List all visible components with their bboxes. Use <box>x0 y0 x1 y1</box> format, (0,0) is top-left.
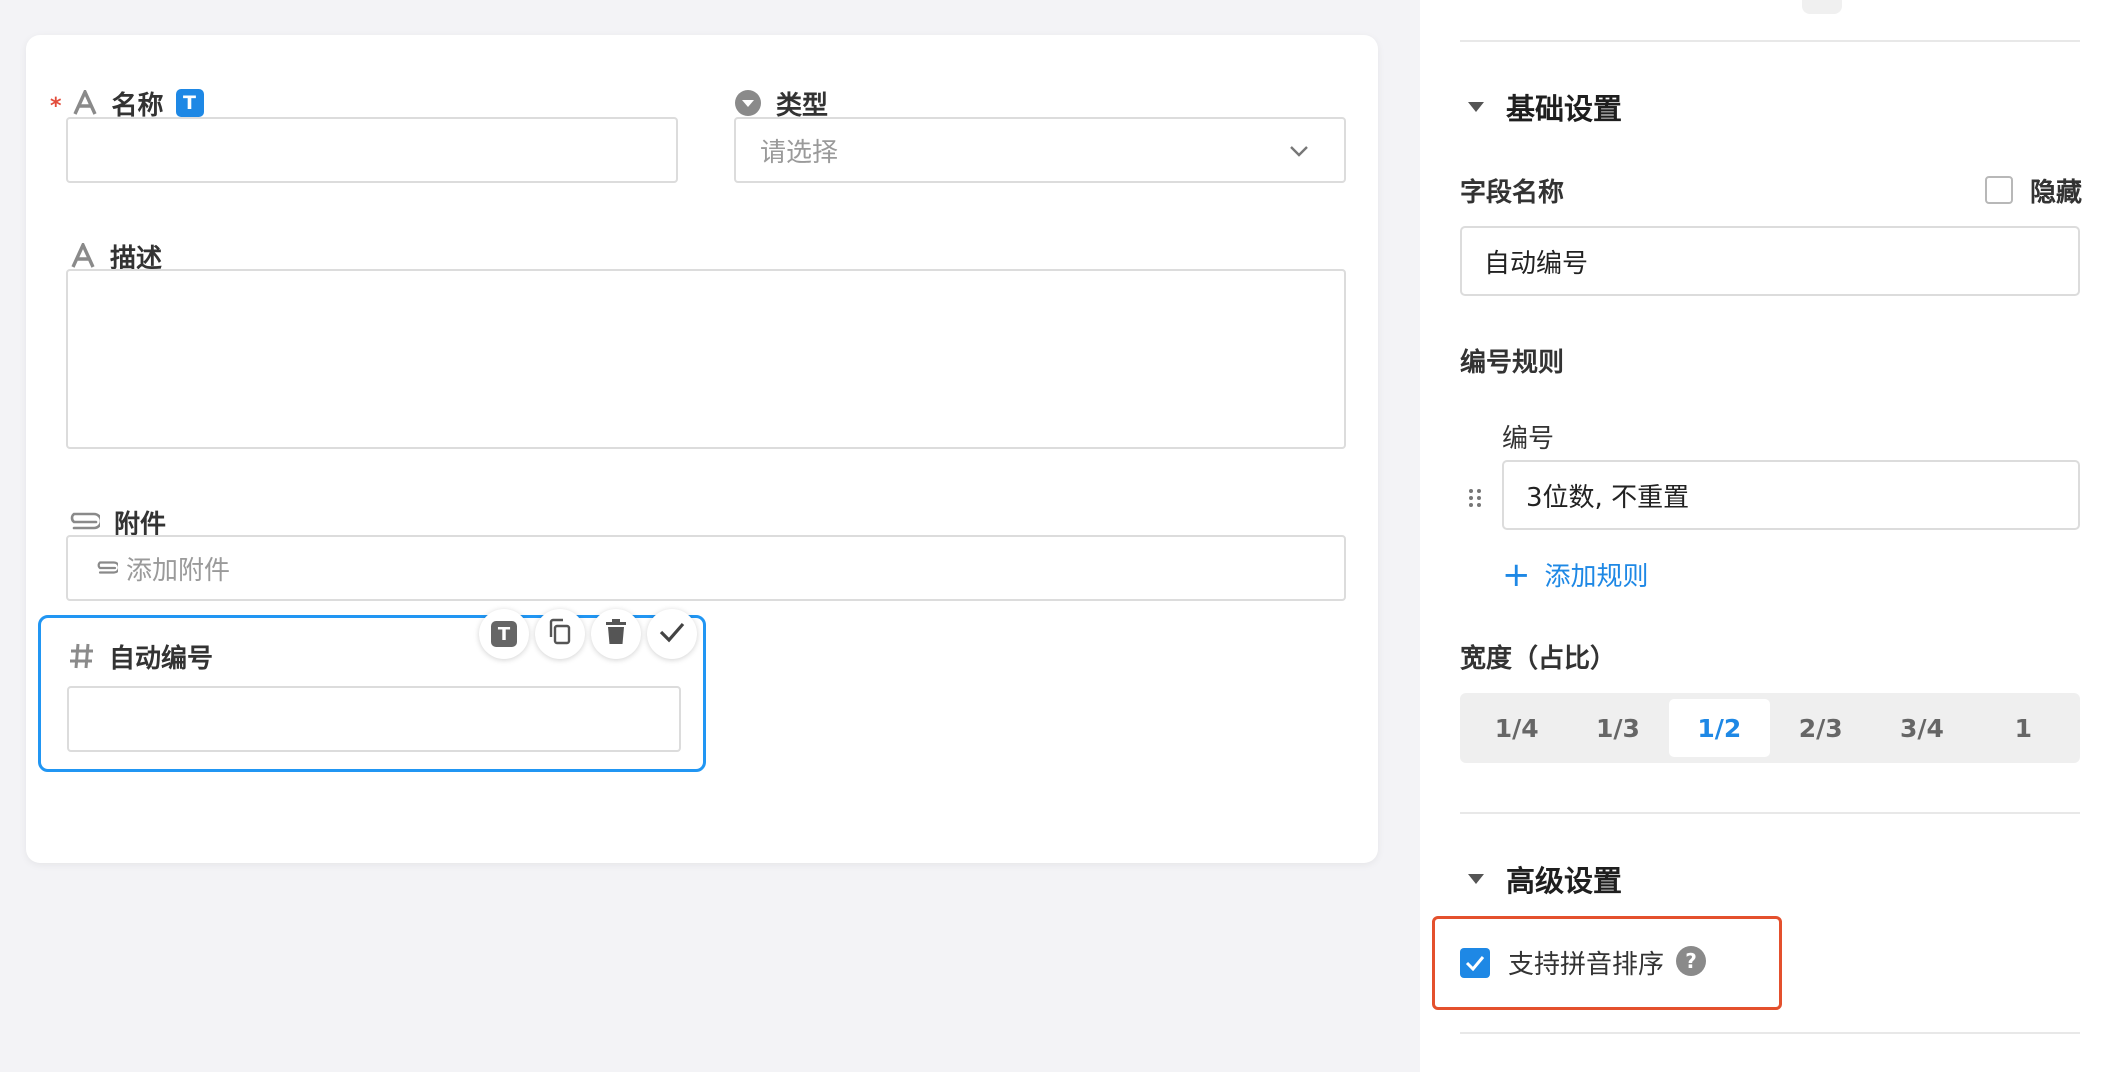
trash-icon <box>605 619 627 649</box>
dropdown-type-icon <box>734 89 762 117</box>
hide-label: 隐藏 <box>2030 178 2083 208</box>
drag-handle-icon[interactable] <box>1468 488 1482 512</box>
type-select-placeholder: 请选择 <box>760 137 839 168</box>
collapse-triangle-icon <box>1468 102 1484 112</box>
width-option-3-4[interactable]: 3/4 <box>1871 699 1972 757</box>
width-option-1-2[interactable]: 1/2 <box>1668 699 1770 757</box>
basic-settings-header[interactable]: 基础设置 <box>1468 86 1622 128</box>
name-label-text: 名称 <box>111 90 164 121</box>
text-type-icon <box>70 243 96 269</box>
rule-item-input[interactable]: 3位数, 不重置 <box>1502 460 2080 530</box>
top-cut-off-control <box>1802 0 1842 14</box>
checkmark-icon <box>1465 956 1485 971</box>
name-input[interactable] <box>66 117 678 183</box>
hash-icon <box>69 642 95 670</box>
help-icon[interactable]: ? <box>1676 946 1706 976</box>
width-option-2-3[interactable]: 2/3 <box>1770 699 1871 757</box>
attachment-placeholder: 添加附件 <box>126 555 231 586</box>
width-option-1[interactable]: 1 <box>1973 699 2074 757</box>
rule-item-value: 3位数, 不重置 <box>1526 482 1690 513</box>
pinyin-sort-label: 支持拼音排序 <box>1508 950 1665 980</box>
copy-icon <box>547 618 573 650</box>
width-label: 宽度（占比） <box>1460 644 1617 674</box>
paperclip-icon <box>94 561 118 575</box>
field-name-value: 自动编号 <box>1484 248 1589 279</box>
width-segmented-control: 1/4 1/3 1/2 2/3 3/4 1 <box>1460 693 2080 763</box>
divider <box>1460 40 2080 42</box>
auto-number-field-label: 自动编号 <box>69 636 213 676</box>
field-name-input[interactable]: 自动编号 <box>1460 226 2080 296</box>
plus-icon: + <box>1502 554 1531 595</box>
type-label-text: 类型 <box>776 90 829 121</box>
add-rule-button[interactable]: + 添加规则 <box>1502 556 1649 593</box>
text-format-icon: T <box>491 621 517 647</box>
collapse-triangle-icon <box>1468 874 1484 884</box>
pinyin-sort-checkbox[interactable] <box>1460 948 1490 978</box>
text-badge-icon[interactable]: T <box>175 89 204 117</box>
copy-button[interactable] <box>535 609 585 659</box>
description-textarea[interactable] <box>66 269 1346 449</box>
advanced-settings-title: 高级设置 <box>1506 864 1623 898</box>
confirm-button[interactable] <box>647 609 697 659</box>
width-option-1-4[interactable]: 1/4 <box>1466 699 1567 757</box>
required-mark: * <box>50 93 62 119</box>
type-select[interactable]: 请选择 <box>734 117 1346 183</box>
attachment-input[interactable]: 添加附件 <box>66 535 1346 601</box>
checkmark-icon <box>658 621 686 647</box>
advanced-settings-header[interactable]: 高级设置 <box>1468 858 1622 900</box>
paperclip-icon <box>66 512 100 532</box>
field-name-label: 字段名称 <box>1460 178 1565 208</box>
divider <box>1460 812 2080 814</box>
text-type-icon <box>72 90 98 116</box>
auto-number-input[interactable] <box>67 686 681 752</box>
settings-panel: 基础设置 字段名称 隐藏 自动编号 编号规则 编号 3位数, 不重置 + 添加规… <box>1420 0 2108 1072</box>
hide-checkbox[interactable] <box>1985 176 2013 204</box>
rule-item-label: 编号 <box>1502 424 1555 454</box>
chevron-down-icon <box>1288 139 1310 169</box>
auto-number-label-text: 自动编号 <box>109 643 214 674</box>
text-format-button[interactable]: T <box>479 609 529 659</box>
width-option-1-3[interactable]: 1/3 <box>1567 699 1668 757</box>
delete-button[interactable] <box>591 609 641 659</box>
basic-settings-title: 基础设置 <box>1506 92 1623 126</box>
divider <box>1460 1032 2080 1034</box>
add-rule-label: 添加规则 <box>1544 562 1649 592</box>
numbering-rule-label: 编号规则 <box>1460 348 1565 378</box>
